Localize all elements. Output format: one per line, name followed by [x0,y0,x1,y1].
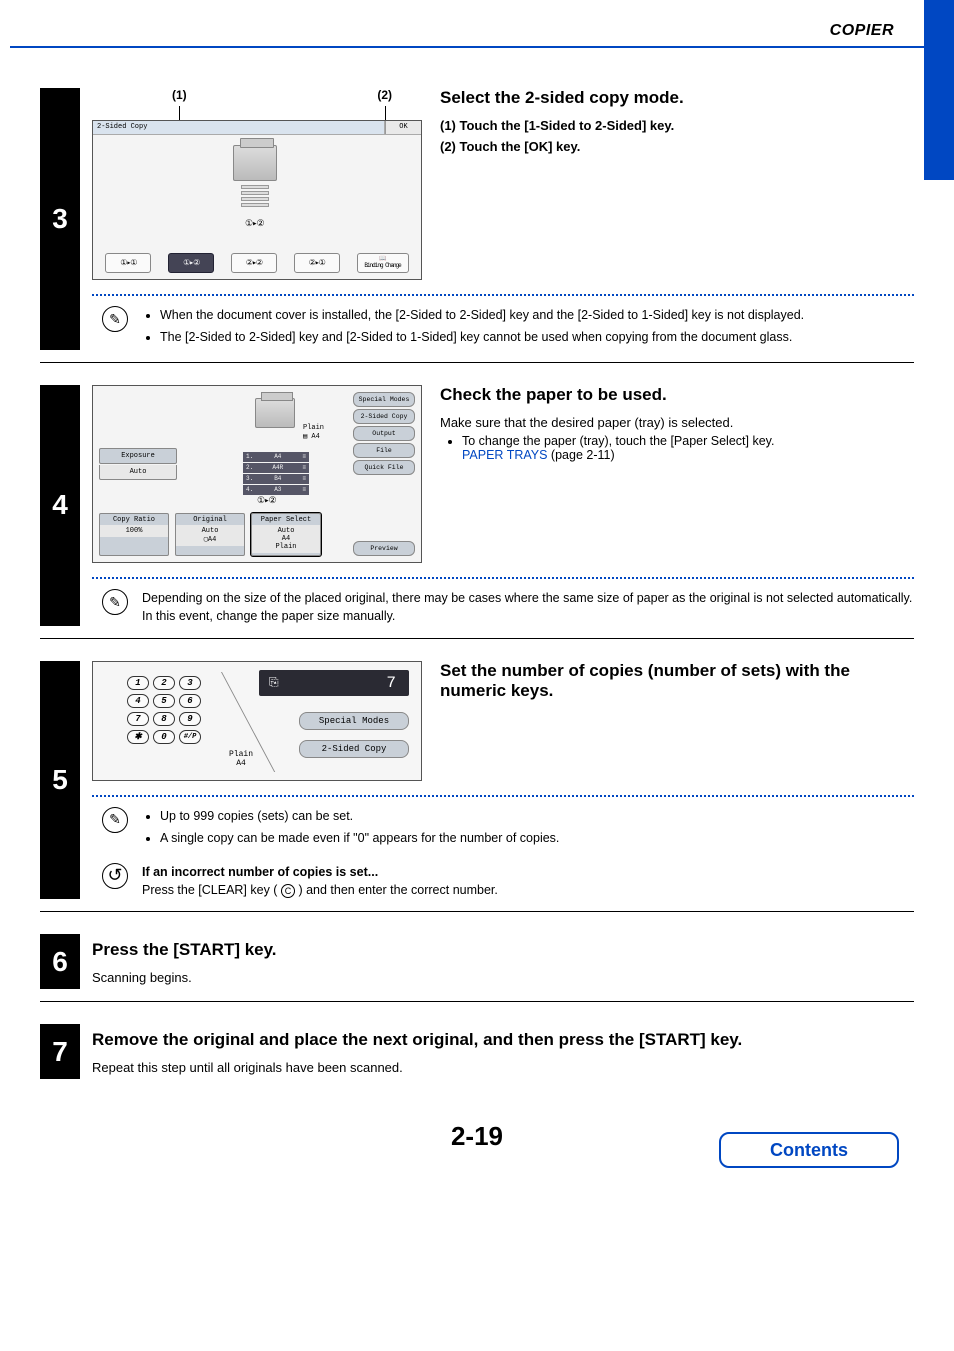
contents-button[interactable]: Contents [719,1132,899,1168]
file-button[interactable]: File [353,443,415,458]
mode-1to2-button[interactable]: ①▸② [168,253,214,273]
paper-select-button[interactable]: Paper Select AutoA4Plain [251,513,321,556]
copies-display: ⎘ 7 [259,670,409,696]
step-title: Select the 2-sided copy mode. [440,88,914,108]
special-modes-button[interactable]: Special Modes [353,392,415,407]
step-title: Press the [START] key. [92,940,914,960]
printer-icon [255,398,295,428]
step-number: 4 [40,385,80,625]
exposure-button[interactable]: Exposure [99,448,177,464]
step-body: Repeat this step until all originals hav… [92,1060,914,1075]
paper-type-label: Plain ▤ A4 [303,424,324,441]
original-button[interactable]: Original Auto▢A4 [175,513,245,556]
step-title: Check the paper to be used. [440,385,914,405]
printer-icon [233,145,277,181]
paper-trays-link[interactable]: PAPER TRAYS [462,448,547,462]
step-number: 7 [40,1024,80,1079]
output-button[interactable]: Output [353,426,415,441]
back-icon: ↺ [102,863,128,889]
step-4: 4 Plain ▤ A4 1.A4≡ 2.A4R≡ 3.B4≡ [40,385,914,638]
key-7[interactable]: 7 [127,712,149,726]
copies-icon: ⎘ [269,676,282,690]
clear-key-icon: C [281,884,295,898]
divider [92,795,914,797]
figure-paper-panel: Plain ▤ A4 1.A4≡ 2.A4R≡ 3.B4≡ 4.A3≡ ①▸② … [92,385,422,563]
exposure-value: Auto [99,465,177,480]
tip-text: If an incorrect number of copies is set.… [142,863,498,899]
note-text: Depending on the size of the placed orig… [142,589,914,625]
note-icon: ✎ [102,306,128,332]
step-7: 7 Remove the original and place the next… [40,1024,914,1091]
2sided-copy-button[interactable]: 2-Sided Copy [353,409,415,424]
ok-button[interactable]: OK [385,121,421,134]
step-body: Make sure that the desired paper (tray) … [440,415,914,430]
chapter-title: COPIER [0,0,954,46]
key-5[interactable]: 5 [153,694,175,708]
note-icon: ✎ [102,807,128,833]
numeric-keypad: 1 2 3 4 5 6 7 8 9 ✱ 0 #/P [127,676,201,744]
key-1[interactable]: 1 [127,676,149,690]
paper-label: Plain A4 [229,750,253,769]
step-6: 6 Press the [START] key. Scanning begins… [40,934,914,1002]
key-star[interactable]: ✱ [127,730,149,744]
figure-2sided-panel: (1) (2) 2-Sided Copy OK ①▸② [92,88,422,280]
header-rule [10,46,924,48]
callout-1: (1) [172,88,187,102]
mode-1to1-button[interactable]: ①▸① [105,253,151,273]
key-8[interactable]: 8 [153,712,175,726]
callout-2: (2) [377,88,392,102]
step-3: 3 (1) (2) 2-Sided Copy OK [40,88,914,363]
step-title: Set the number of copies (number of sets… [440,661,914,701]
key-6[interactable]: 6 [179,694,201,708]
mode-2to1-button[interactable]: ②▸① [294,253,340,273]
panel-title: 2-Sided Copy [93,121,385,134]
divider [92,294,914,296]
binding-change-button[interactable]: 📖Binding Change [357,253,409,273]
key-2[interactable]: 2 [153,676,175,690]
step-number: 6 [40,934,80,989]
step-number: 5 [40,661,80,900]
step-body: Scanning begins. [92,970,914,985]
step-number: 3 [40,88,80,350]
divider [92,577,914,579]
note-text: When the document cover is installed, th… [142,306,804,350]
preview-button[interactable]: Preview [353,541,415,556]
key-0[interactable]: 0 [153,730,175,744]
step-title: Remove the original and place the next o… [92,1030,914,1050]
selected-mode-icon: ①▸② [245,219,264,229]
note-icon: ✎ [102,589,128,615]
step-bullet: To change the paper (tray), touch the [P… [462,434,914,462]
key-3[interactable]: 3 [179,676,201,690]
tray-list: 1.A4≡ 2.A4R≡ 3.B4≡ 4.A3≡ [243,452,309,496]
special-modes-button[interactable]: Special Modes [299,712,409,730]
tray-stack-icon [241,185,269,209]
mode-icon: ①▸② [257,496,276,506]
figure-keypad: 1 2 3 4 5 6 7 8 9 ✱ 0 #/P [92,661,422,781]
side-tab [924,0,954,180]
note-text: Up to 999 copies (sets) can be set. A si… [142,807,559,851]
quick-file-button[interactable]: Quick File [353,460,415,475]
copy-ratio-button[interactable]: Copy Ratio 100% [99,513,169,556]
key-4[interactable]: 4 [127,694,149,708]
substep-2: (2) Touch the [OK] key. [440,139,914,154]
substep-1: (1) Touch the [1-Sided to 2-Sided] key. [440,118,914,133]
step-5: 5 1 2 3 4 5 6 7 8 9 [40,661,914,913]
key-hash[interactable]: #/P [179,730,201,744]
mode-2to2-button[interactable]: ②▸② [231,253,277,273]
key-9[interactable]: 9 [179,712,201,726]
2sided-copy-button[interactable]: 2-Sided Copy [299,740,409,758]
